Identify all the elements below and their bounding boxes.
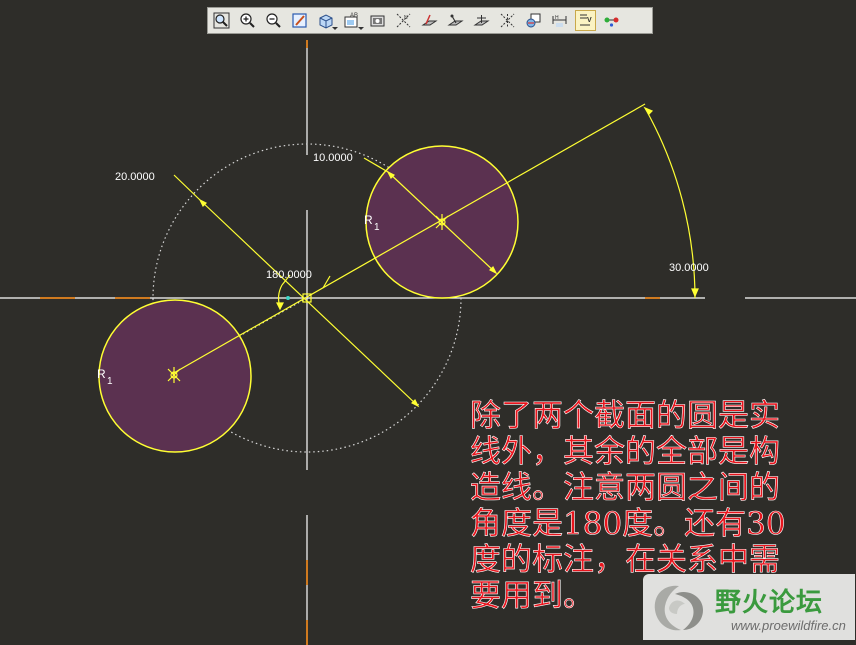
- repaint-button[interactable]: [289, 10, 310, 31]
- datum-axes-icon: N: [396, 13, 411, 28]
- forum-title: 野火论坛: [715, 588, 824, 618]
- forum-logo-icon: [654, 585, 703, 631]
- forum-watermark: 野火论坛 www.proewildfire.cn: [643, 574, 855, 640]
- dimensions-toggle-button[interactable]: H: [549, 10, 570, 31]
- refit-button[interactable]: [211, 10, 232, 31]
- svg-text:N: N: [404, 15, 408, 21]
- dimensions-icon: H: [552, 15, 567, 27]
- note-line: 角度是180度。还有30: [470, 506, 786, 543]
- dimension-text-10[interactable]: 10.0000: [313, 152, 353, 164]
- zoom-out-icon: [266, 13, 281, 28]
- zoom-in-button[interactable]: [237, 10, 258, 31]
- note-line: 除了两个截面的圆是实: [470, 398, 781, 435]
- view-orient-button[interactable]: [315, 10, 338, 31]
- datum-axes-button[interactable]: N: [393, 10, 414, 31]
- dimension-text-180[interactable]: 180.0000: [266, 269, 312, 281]
- dimension-text-20[interactable]: 20.0000: [115, 171, 155, 183]
- note-line: 造线。注意两圆之间的: [470, 470, 781, 507]
- svg-text:AB: AB: [350, 13, 358, 19]
- zoom-in-icon: [240, 13, 255, 28]
- csys-icon: [473, 15, 490, 26]
- view-toolbar: AB N H V: [207, 7, 653, 34]
- repaint-icon: [292, 13, 307, 28]
- spin-center-button[interactable]: [497, 10, 518, 31]
- svg-text:1: 1: [107, 376, 113, 387]
- spin-center-icon: [500, 13, 515, 28]
- vertices-toggle-button[interactable]: [601, 10, 622, 31]
- constraints-toggle-button[interactable]: V: [575, 10, 596, 31]
- saved-views-button[interactable]: AB: [341, 10, 364, 31]
- svg-text:R: R: [97, 367, 106, 381]
- zoom-out-button[interactable]: [263, 10, 284, 31]
- datum-planes-button[interactable]: [419, 10, 440, 31]
- datum-points-icon: [447, 14, 464, 26]
- annotations-icon: [526, 13, 541, 28]
- angled-centerline[interactable]: [171, 103, 646, 375]
- zoom-fit-icon: [213, 12, 230, 29]
- note-line: 度的标注，在关系中需: [470, 542, 781, 579]
- forum-url: www.proewildfire.cn: [731, 618, 846, 633]
- vertices-icon: [604, 17, 619, 27]
- datum-points-button[interactable]: [445, 10, 466, 31]
- svg-text:1: 1: [374, 222, 380, 233]
- svg-text:H: H: [555, 15, 559, 21]
- datum-planes-icon: [421, 14, 438, 26]
- sketch-orient-icon: [370, 15, 385, 27]
- orient-sketch-button[interactable]: [367, 10, 388, 31]
- coordinate-systems-button[interactable]: [471, 10, 492, 31]
- svg-text:R: R: [364, 213, 373, 227]
- constraints-icon: V: [580, 14, 592, 26]
- dimension-text-30[interactable]: 30.0000: [669, 262, 709, 274]
- note-line: 线外，其余的全部是构: [470, 434, 781, 471]
- svg-text:V: V: [587, 17, 592, 24]
- annotations-button[interactable]: [523, 10, 544, 31]
